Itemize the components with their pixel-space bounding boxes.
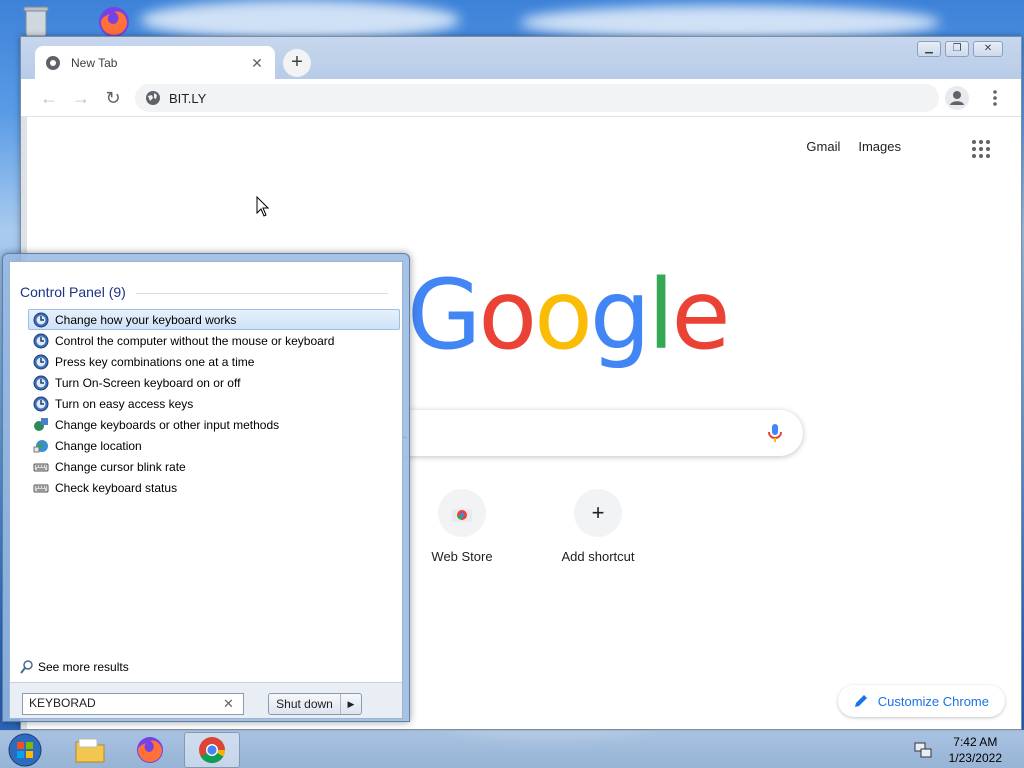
see-more-label: See more results: [38, 660, 129, 674]
customize-chrome-button[interactable]: Customize Chrome: [837, 685, 1005, 717]
start-menu-results-panel: Control Panel (9) Change how your keyboa…: [9, 261, 403, 719]
clock-date: 1/23/2022: [948, 751, 1002, 765]
plus-icon: +: [591, 500, 605, 525]
search-icon: [20, 660, 33, 674]
result-item[interactable]: Check keyboard status: [28, 477, 400, 498]
close-tab-icon[interactable]: ✕: [249, 55, 265, 71]
chrome-favicon-icon: [46, 56, 60, 70]
logo-letter: G: [407, 259, 481, 371]
ease-of-access-icon: [33, 396, 49, 412]
result-label: Change how your keyboard works: [55, 312, 237, 327]
region-language-icon: [33, 417, 49, 433]
chrome-icon: [199, 737, 226, 764]
search-results-list: Change how your keyboard works Control th…: [28, 309, 400, 498]
windows-orb-icon: [8, 733, 42, 767]
system-clock[interactable]: 7:42 AM 1/23/2022: [949, 734, 1002, 766]
result-item[interactable]: Change cursor blink rate: [28, 456, 400, 477]
location-globe-icon: [33, 438, 49, 454]
shortcut-web-store[interactable]: Web Store: [406, 489, 518, 564]
minimize-button[interactable]: ▁: [917, 41, 941, 57]
folder-icon: [75, 738, 105, 763]
result-item[interactable]: Change location: [28, 435, 400, 456]
result-label: Check keyboard status: [55, 480, 178, 495]
taskbar: 7:42 AM 1/23/2022: [0, 730, 1024, 768]
reload-button[interactable]: ↻: [99, 85, 127, 111]
taskbar-explorer-button[interactable]: [62, 732, 118, 768]
start-button[interactable]: [0, 732, 50, 768]
chrome-menu-button[interactable]: [985, 88, 1005, 108]
globe-icon: [146, 91, 160, 105]
new-tab-button[interactable]: +: [283, 49, 311, 77]
logo-letter: l: [647, 259, 675, 371]
result-item[interactable]: Change how your keyboard works: [28, 309, 400, 330]
gmail-link[interactable]: Gmail: [806, 139, 840, 154]
result-item[interactable]: Control the computer without the mouse o…: [28, 330, 400, 351]
person-icon: [950, 91, 964, 105]
firefox-icon: [137, 737, 163, 763]
ease-of-access-icon: [33, 354, 49, 370]
result-item[interactable]: Turn on easy access keys: [28, 393, 400, 414]
logo-letter: o: [478, 259, 537, 371]
ease-of-access-icon: [33, 333, 49, 349]
result-item[interactable]: Press key combinations one at a time: [28, 351, 400, 372]
shortcut-add[interactable]: + Add shortcut: [542, 489, 654, 564]
result-label: Turn on easy access keys: [55, 396, 194, 411]
start-menu-footer: KEYBORAD ✕ Shut down ▶: [10, 682, 402, 718]
results-category-header: Control Panel (9): [20, 284, 126, 300]
start-search-input[interactable]: KEYBORAD: [22, 693, 244, 715]
address-text: BIT.LY: [169, 90, 207, 106]
logo-letter: g: [589, 259, 651, 371]
restore-button[interactable]: ❐: [945, 41, 969, 57]
shutdown-options-arrow-icon[interactable]: ▶: [341, 699, 361, 710]
pencil-icon: [854, 695, 867, 707]
shutdown-label: Shut down: [269, 694, 341, 714]
shutdown-button[interactable]: Shut down ▶: [268, 693, 362, 715]
result-item[interactable]: Turn On-Screen keyboard on or off: [28, 372, 400, 393]
kebab-menu-icon: [993, 90, 997, 106]
result-label: Control the computer without the mouse o…: [55, 333, 335, 348]
web-store-icon: [452, 509, 472, 522]
shortcut-label: Add shortcut: [561, 549, 635, 564]
shortcut-label: Web Store: [431, 549, 493, 564]
images-link[interactable]: Images: [858, 139, 901, 154]
tab-new-tab[interactable]: New Tab ✕: [35, 46, 275, 80]
network-tray-icon[interactable]: [914, 741, 932, 759]
taskbar-chrome-button[interactable]: [184, 732, 240, 768]
close-window-button[interactable]: ✕: [973, 41, 1003, 57]
address-bar[interactable]: BIT.LY: [135, 84, 939, 112]
start-menu: Control Panel (9) Change how your keyboa…: [2, 253, 410, 722]
taskbar-firefox-button[interactable]: [122, 732, 178, 768]
result-label: Change location: [55, 438, 142, 453]
google-logo: Google: [407, 267, 731, 363]
see-more-results-link[interactable]: See more results: [20, 660, 129, 674]
google-apps-icon[interactable]: [971, 139, 991, 159]
tab-title: New Tab: [71, 56, 118, 70]
keyboard-icon: [33, 480, 49, 496]
ease-of-access-icon: [33, 312, 49, 328]
clock-time: 7:42 AM: [953, 735, 998, 749]
profile-avatar-button[interactable]: [945, 86, 969, 110]
result-label: Turn On-Screen keyboard on or off: [55, 375, 241, 390]
back-button[interactable]: ←: [35, 85, 63, 111]
result-label: Change cursor blink rate: [55, 459, 186, 474]
title-bar: New Tab ✕ + ▁ ❐ ✕: [21, 37, 1021, 80]
forward-button[interactable]: →: [67, 85, 95, 111]
customize-label: Customize Chrome: [877, 693, 989, 709]
ease-of-access-icon: [33, 375, 49, 391]
mouse-cursor-icon: [256, 196, 270, 217]
logo-letter: o: [534, 259, 593, 371]
header-divider: [136, 293, 388, 294]
result-label: Press key combinations one at a time: [55, 354, 255, 369]
clear-search-icon[interactable]: ✕: [223, 696, 234, 712]
browser-toolbar: ← → ↻ BIT.LY: [21, 79, 1021, 117]
logo-letter: e: [671, 259, 730, 371]
microphone-icon[interactable]: [763, 421, 787, 445]
result-item[interactable]: Change keyboards or other input methods: [28, 414, 400, 435]
result-label: Change keyboards or other input methods: [55, 417, 280, 432]
keyboard-icon: [33, 459, 49, 475]
